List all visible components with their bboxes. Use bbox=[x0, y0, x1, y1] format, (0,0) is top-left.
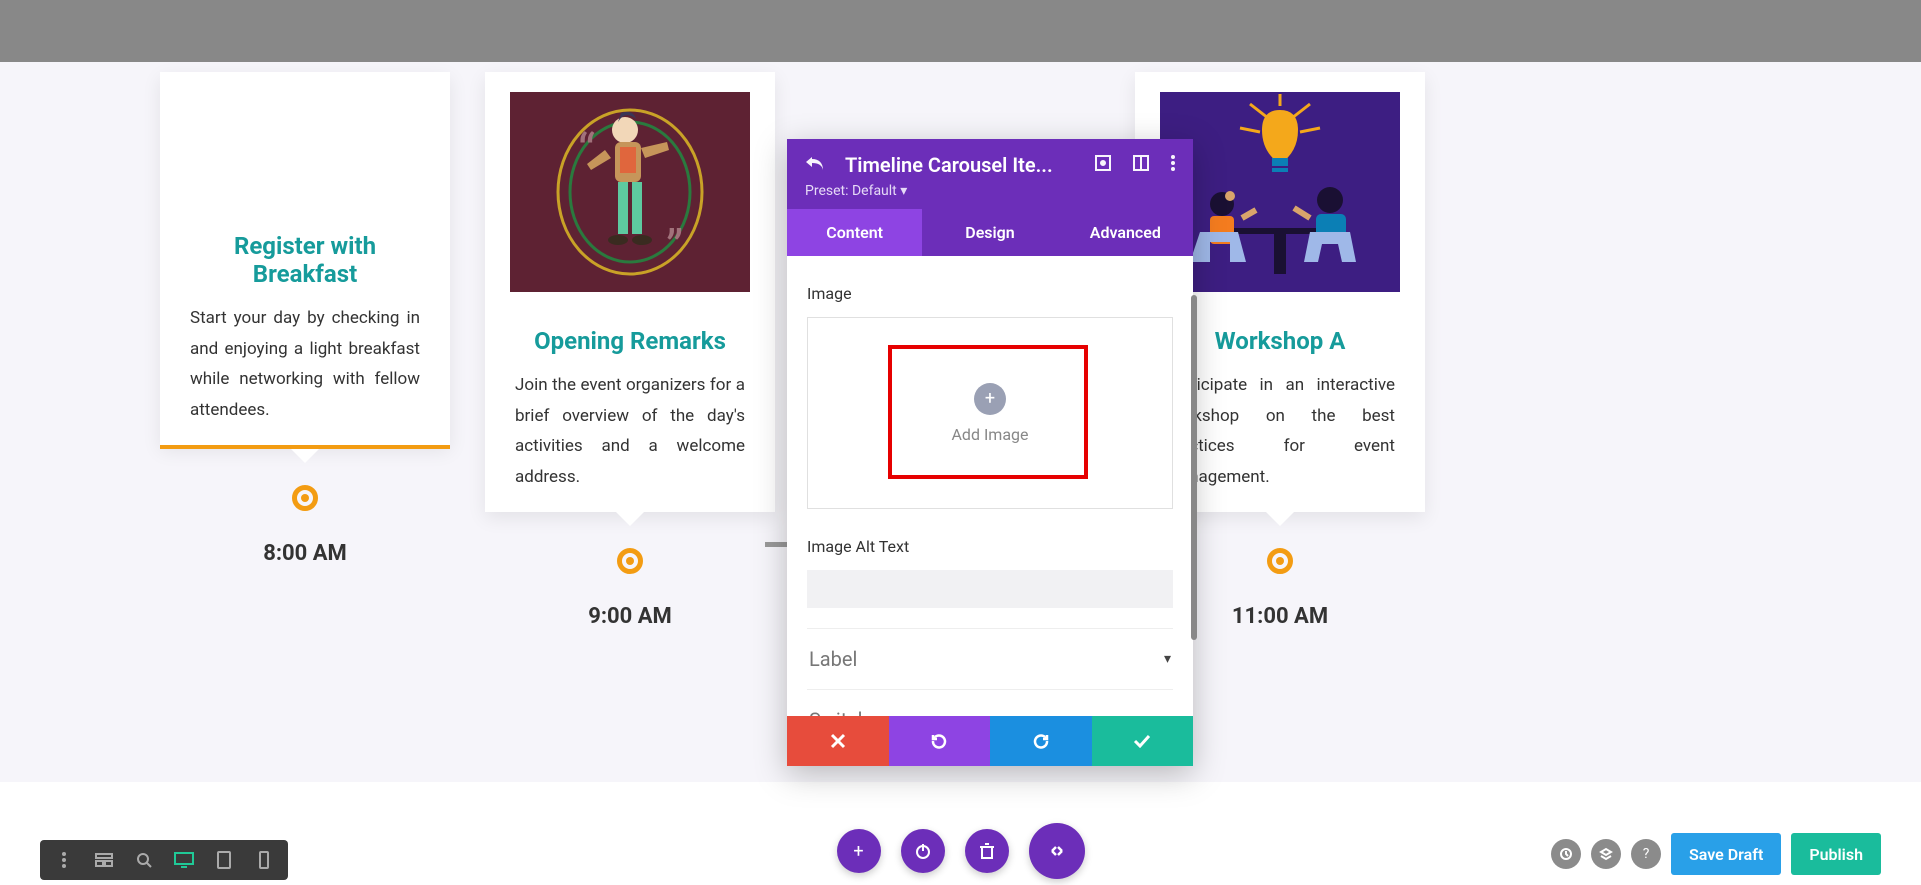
accordion-label[interactable]: Label ▾ bbox=[807, 628, 1173, 689]
timeline-marker bbox=[292, 485, 318, 511]
canvas: Register with Breakfast Start your day b… bbox=[0, 62, 1921, 782]
history-icon[interactable] bbox=[1551, 839, 1581, 869]
card-body: Start your day by checking in and enjoyi… bbox=[160, 303, 450, 425]
close-button[interactable] bbox=[787, 716, 889, 766]
time-label: 11:00 AM bbox=[1232, 604, 1328, 629]
timeline-marker bbox=[1267, 548, 1293, 574]
desktop-icon[interactable] bbox=[164, 840, 204, 880]
expand-center-icon[interactable] bbox=[1029, 823, 1085, 879]
help-icon[interactable]: ? bbox=[1631, 839, 1661, 869]
add-image-box[interactable]: + Add Image bbox=[807, 317, 1173, 509]
tab-content[interactable]: Content bbox=[787, 209, 922, 256]
alt-text-input[interactable] bbox=[807, 570, 1173, 608]
preset-label[interactable]: Preset: Default ▾ bbox=[805, 183, 1175, 209]
more-icon[interactable] bbox=[1171, 155, 1175, 175]
alt-text-label: Image Alt Text bbox=[807, 537, 1173, 556]
layers-icon[interactable] bbox=[1591, 839, 1621, 869]
chevron-down-icon: ▾ bbox=[1164, 651, 1171, 667]
more-icon[interactable] bbox=[44, 840, 84, 880]
svg-text:”: ” bbox=[666, 219, 683, 276]
time-label: 9:00 AM bbox=[588, 604, 672, 629]
mobile-icon[interactable] bbox=[244, 840, 284, 880]
publish-button[interactable]: Publish bbox=[1791, 833, 1881, 875]
header-bar bbox=[0, 0, 1921, 62]
timeline-marker bbox=[617, 548, 643, 574]
wireframe-icon[interactable] bbox=[84, 840, 124, 880]
card-pointer bbox=[616, 512, 644, 526]
card-body: Join the event organizers for a brief ov… bbox=[485, 370, 775, 492]
tab-design[interactable]: Design bbox=[922, 209, 1057, 256]
time-label: 8:00 AM bbox=[263, 541, 347, 566]
undo-icon[interactable] bbox=[805, 155, 825, 175]
undo-button[interactable] bbox=[889, 716, 991, 766]
image-section-label: Image bbox=[807, 284, 1173, 303]
modal-title: Timeline Carousel Ite... bbox=[845, 153, 1075, 177]
card-title: Register with Breakfast bbox=[180, 232, 430, 288]
expand-icon[interactable] bbox=[1095, 155, 1111, 175]
accordion-switch[interactable]: Switch ▾ bbox=[807, 689, 1173, 716]
highlight-border bbox=[888, 345, 1088, 479]
card-title: Workshop A bbox=[1215, 327, 1346, 355]
publish-toolbar: ? Save Draft Publish bbox=[1551, 833, 1881, 875]
card-pointer bbox=[1266, 512, 1294, 526]
tablet-icon[interactable] bbox=[204, 840, 244, 880]
tab-advanced[interactable]: Advanced bbox=[1058, 209, 1193, 256]
add-button[interactable]: + bbox=[837, 829, 881, 873]
card-pointer bbox=[291, 449, 319, 463]
power-icon[interactable] bbox=[901, 829, 945, 873]
card-title: Opening Remarks bbox=[534, 327, 726, 355]
panel-icon[interactable] bbox=[1133, 155, 1149, 175]
center-toolbar: + bbox=[837, 823, 1085, 879]
save-draft-button[interactable]: Save Draft bbox=[1671, 833, 1781, 875]
trash-icon[interactable] bbox=[965, 829, 1009, 873]
confirm-button[interactable] bbox=[1092, 716, 1194, 766]
timeline-card[interactable]: Register with Breakfast Start your day b… bbox=[160, 72, 450, 445]
view-toolbar bbox=[40, 840, 288, 880]
settings-modal: Timeline Carousel Ite... Preset: Default… bbox=[787, 139, 1193, 766]
scrollbar[interactable] bbox=[1191, 295, 1197, 640]
card-image: “ ” bbox=[500, 87, 760, 297]
timeline-card[interactable]: “ ” Opening Remarks Join the event organ… bbox=[485, 72, 775, 512]
redo-button[interactable] bbox=[990, 716, 1092, 766]
svg-text:“: “ bbox=[578, 123, 595, 180]
zoom-icon[interactable] bbox=[124, 840, 164, 880]
